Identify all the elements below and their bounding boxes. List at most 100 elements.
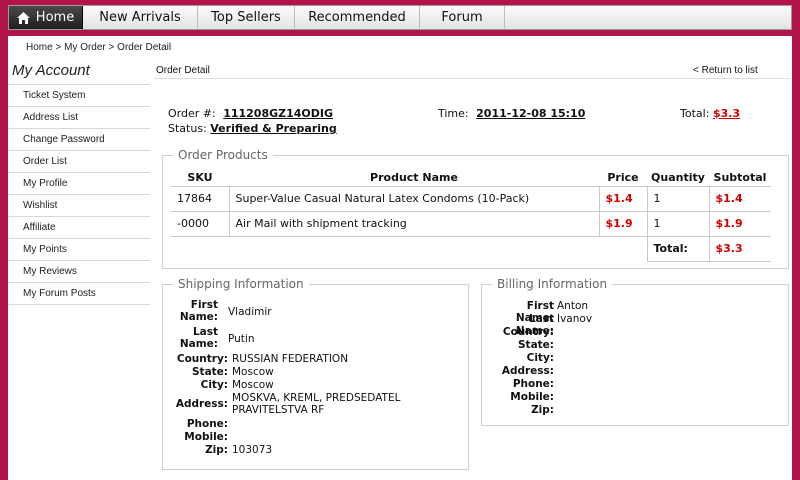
shipping-country-value: RUSSIAN FEDERATION bbox=[232, 353, 349, 365]
shipping-city-label: City: bbox=[200, 379, 228, 391]
shipping-first-name-row: First Name: Vladimir bbox=[172, 299, 432, 326]
sidebar-item-order-list[interactable]: Order List bbox=[8, 151, 150, 173]
order-status-block: Status: Verified & Preparing bbox=[168, 122, 337, 135]
shipping-country-label: Country: bbox=[176, 353, 228, 365]
billing-mobile-row: Mobile: bbox=[490, 391, 592, 404]
cell-sku: 17864 bbox=[171, 186, 229, 212]
nav-top-sellers[interactable]: Top Sellers bbox=[198, 6, 295, 29]
sidebar-item-ticket-system[interactable]: Ticket System bbox=[8, 85, 150, 107]
shipping-country-row: Country: RUSSIAN FEDERATION bbox=[172, 353, 432, 366]
order-status-value: Verified & Preparing bbox=[210, 122, 337, 135]
sidebar-item-my-forum-posts[interactable]: My Forum Posts bbox=[8, 283, 150, 305]
cell-subtotal: $1.9 bbox=[708, 211, 771, 237]
billing-last-name-row: Last Name: Ivanov bbox=[490, 313, 593, 337]
nav-forum[interactable]: Forum bbox=[420, 6, 505, 29]
sidebar-item-wishlist[interactable]: Wishlist bbox=[8, 195, 150, 217]
sidebar-item-my-points[interactable]: My Points bbox=[8, 239, 150, 261]
shipping-zip-value: 103073 bbox=[232, 444, 273, 456]
divider bbox=[154, 78, 790, 79]
table-row: -0000 Air Mail with shipment tracking $1… bbox=[171, 211, 771, 237]
shipping-address-value: MOSKVA, KREML, PREDSEDATEL PRAVITELSTVA … bbox=[232, 392, 401, 416]
shipping-state-value: Moscow bbox=[232, 366, 274, 378]
shipping-city-value: Moscow bbox=[232, 379, 274, 391]
shipping-phone-label: Phone: bbox=[186, 418, 228, 430]
billing-country-row: Country: bbox=[490, 326, 592, 339]
shipping-zip-label: Zip: bbox=[205, 444, 228, 456]
sidebar-item-change-password[interactable]: Change Password bbox=[8, 129, 150, 151]
breadcrumb-home[interactable]: Home bbox=[26, 42, 53, 53]
order-products-box: Order Products SKU Product Name Price Qu… bbox=[162, 148, 789, 269]
nav-new-arrivals[interactable]: New Arrivals bbox=[83, 6, 198, 29]
cell-price: $1.4 bbox=[598, 186, 647, 212]
billing-city-row: City: bbox=[490, 352, 592, 365]
sidebar-item-my-profile[interactable]: My Profile bbox=[8, 173, 150, 195]
billing-zip-row: Zip: bbox=[490, 404, 592, 417]
billing-first-name-value: Anton bbox=[557, 300, 589, 312]
billing-city-label: City: bbox=[526, 352, 554, 364]
order-time-block: Time: 2011-12-08 15:10 bbox=[438, 107, 585, 120]
billing-last-name-value: Ivanov bbox=[557, 313, 593, 325]
billing-last-name-label: Last Name: bbox=[515, 313, 554, 337]
order-time-value: 2011-12-08 15:10 bbox=[476, 107, 586, 120]
sidebar-item-affiliate[interactable]: Affiliate bbox=[8, 217, 150, 239]
table-row: 17864 Super-Value Casual Natural Latex C… bbox=[171, 186, 771, 212]
order-products-legend: Order Products bbox=[173, 148, 273, 162]
top-nav: Home New Arrivals Top Sellers Recommende… bbox=[0, 0, 800, 36]
shipping-info-fields: First Name: Vladimir Last Name: Putin Co… bbox=[172, 299, 432, 457]
total-value: $3.3 bbox=[708, 236, 771, 262]
shipping-last-name-row: Last Name: Putin bbox=[172, 326, 432, 353]
nav-forum-label: Forum bbox=[441, 10, 483, 25]
column-header-quantity: Quantity bbox=[647, 170, 709, 187]
billing-first-name-row: First Name: Anton bbox=[490, 300, 592, 324]
shipping-zip-row: Zip: 103073 bbox=[172, 444, 432, 457]
billing-info-legend: Billing Information bbox=[492, 277, 613, 291]
shipping-address-label: Address: bbox=[175, 398, 228, 410]
cell-product-name: Air Mail with shipment tracking bbox=[228, 211, 599, 237]
cell-subtotal: $1.4 bbox=[708, 186, 771, 212]
main-panel: Home > My Order > Order Detail My Accoun… bbox=[8, 36, 792, 480]
sidebar: Ticket System Address List Change Passwo… bbox=[8, 84, 150, 305]
order-number-block: Order #: 111208GZ14ODIG bbox=[168, 107, 333, 120]
sidebar-item-address-list[interactable]: Address List bbox=[8, 107, 150, 129]
order-number-value[interactable]: 111208GZ14ODIG bbox=[223, 107, 333, 120]
table-total-row: Total: $3.3 bbox=[171, 236, 771, 262]
billing-state-label: State: bbox=[517, 339, 554, 351]
breadcrumb-separator: > bbox=[105, 42, 118, 53]
sidebar-item-my-reviews[interactable]: My Reviews bbox=[8, 261, 150, 283]
content-heading: Order Detail bbox=[156, 65, 210, 76]
nav-recommended[interactable]: Recommended bbox=[295, 6, 420, 29]
nav-home[interactable]: Home bbox=[9, 6, 83, 29]
billing-phone-row: Phone: bbox=[490, 378, 592, 391]
shipping-last-name-value: Putin bbox=[228, 333, 255, 345]
empty-cell bbox=[229, 236, 599, 261]
shipping-state-row: State: Moscow bbox=[172, 366, 432, 379]
billing-phone-label: Phone: bbox=[512, 378, 554, 390]
table-header-row: SKU Product Name Price Quantity Subtotal bbox=[171, 170, 771, 187]
column-header-sku: SKU bbox=[171, 170, 229, 187]
shipping-info-legend: Shipping Information bbox=[173, 277, 309, 291]
nav-top-sellers-label: Top Sellers bbox=[211, 10, 281, 25]
nav-home-label: Home bbox=[35, 10, 75, 25]
empty-cell bbox=[599, 236, 647, 261]
total-label: Total: bbox=[646, 236, 709, 262]
column-header-subtotal: Subtotal bbox=[709, 170, 771, 187]
shipping-last-name-label: Last Name: bbox=[179, 326, 218, 350]
order-total-block: Total: $3.3 bbox=[680, 107, 740, 120]
order-number-label: Order #: bbox=[168, 107, 216, 120]
billing-address-label: Address: bbox=[501, 365, 554, 377]
billing-address-row: Address: bbox=[490, 365, 592, 378]
cell-sku: -0000 bbox=[171, 211, 229, 237]
breadcrumb: Home > My Order > Order Detail bbox=[26, 42, 171, 53]
nav-new-arrivals-label: New Arrivals bbox=[99, 10, 181, 25]
order-time-label: Time: bbox=[438, 107, 469, 120]
shipping-state-label: State: bbox=[191, 366, 228, 378]
return-to-list-link[interactable]: < Return to list bbox=[693, 65, 758, 76]
billing-state-row: State: bbox=[490, 339, 592, 352]
shipping-mobile-row: Mobile: bbox=[172, 431, 432, 444]
billing-zip-label: Zip: bbox=[531, 404, 554, 416]
column-header-product-name: Product Name bbox=[229, 170, 599, 187]
shipping-address-row: Address: MOSKVA, KREML, PREDSEDATEL PRAV… bbox=[172, 392, 432, 418]
breadcrumb-current: Order Detail bbox=[117, 42, 172, 53]
breadcrumb-my-order[interactable]: My Order bbox=[64, 42, 106, 53]
empty-cell bbox=[171, 236, 229, 261]
